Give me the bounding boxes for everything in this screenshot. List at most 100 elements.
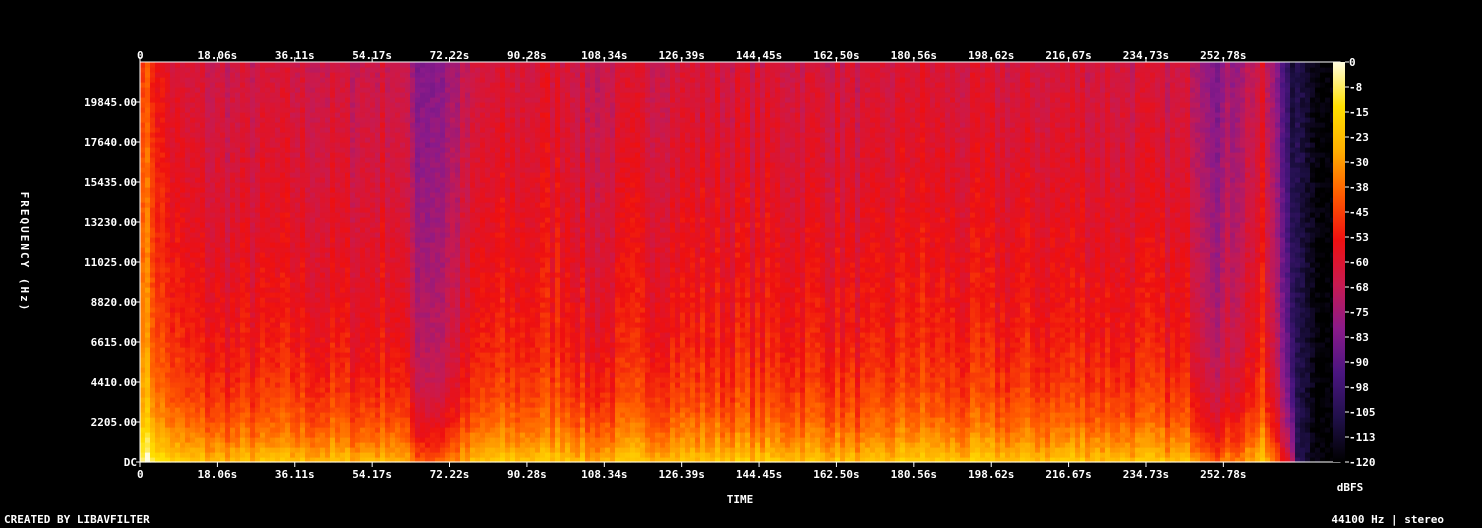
heatmap-cell — [310, 197, 316, 203]
heatmap-cell — [195, 172, 201, 178]
heatmap-cell — [365, 407, 371, 413]
heatmap-cell — [140, 227, 146, 233]
heatmap-cell — [410, 127, 416, 133]
heatmap-cell — [315, 92, 321, 98]
heatmap-cell — [300, 167, 306, 173]
heatmap-cell — [140, 387, 146, 393]
heatmap-cell — [320, 152, 326, 158]
heatmap-cell — [255, 397, 261, 403]
heatmap-cell — [140, 432, 146, 438]
heatmap-cell — [150, 142, 156, 148]
heatmap-cell — [275, 267, 281, 273]
heatmap-cell — [215, 177, 221, 183]
heatmap-cell — [160, 402, 166, 408]
heatmap-cell — [140, 307, 146, 313]
heatmap-cell — [365, 157, 371, 163]
heatmap-cell — [155, 192, 161, 198]
heatmap-cell — [385, 152, 391, 158]
heatmap-cell — [195, 232, 201, 238]
heatmap-cell — [385, 262, 391, 268]
heatmap-cell — [325, 212, 331, 218]
heatmap-cell — [290, 287, 296, 293]
heatmap-cell — [300, 362, 306, 368]
heatmap-cell — [145, 217, 151, 223]
heatmap-cell — [165, 337, 171, 343]
heatmap-cell — [325, 267, 331, 273]
heatmap-cell — [175, 62, 181, 68]
heatmap-cell — [240, 447, 246, 453]
heatmap-cell — [210, 87, 216, 93]
heatmap-cell — [400, 297, 406, 303]
heatmap-cell — [200, 82, 206, 88]
heatmap-cell — [330, 402, 336, 408]
heatmap-cell — [315, 87, 321, 93]
heatmap-cell — [330, 332, 336, 338]
heatmap-cell — [370, 377, 376, 383]
heatmap-cell — [330, 357, 336, 363]
heatmap-cell — [290, 182, 296, 188]
heatmap-cell — [335, 82, 341, 88]
heatmap-cell — [430, 72, 436, 78]
heatmap-cell — [170, 142, 176, 148]
heatmap-cell — [440, 312, 446, 318]
heatmap-cell — [165, 352, 171, 358]
heatmap-cell — [205, 252, 211, 258]
heatmap-cell — [285, 422, 291, 428]
heatmap-cell — [255, 202, 261, 208]
heatmap-cell — [355, 337, 361, 343]
heatmap-cell — [425, 147, 431, 153]
heatmap-cell — [185, 422, 191, 428]
heatmap-cell — [265, 257, 271, 263]
heatmap-cell — [410, 117, 416, 123]
heatmap-cell — [365, 322, 371, 328]
heatmap-cell — [395, 367, 401, 373]
heatmap-cell — [285, 197, 291, 203]
heatmap-cell — [320, 202, 326, 208]
heatmap-cell — [390, 82, 396, 88]
heatmap-cell — [175, 212, 181, 218]
heatmap-cell — [240, 107, 246, 113]
heatmap-cell — [410, 452, 416, 458]
heatmap-cell — [185, 162, 191, 168]
heatmap-cell — [370, 327, 376, 333]
heatmap-cell — [180, 392, 186, 398]
heatmap-cell — [380, 282, 386, 288]
heatmap-cell — [425, 442, 431, 448]
heatmap-cell — [340, 272, 346, 278]
heatmap-cell — [345, 247, 351, 253]
heatmap-cell — [210, 67, 216, 73]
heatmap-cell — [390, 317, 396, 323]
heatmap-cell — [285, 177, 291, 183]
heatmap-cell — [145, 397, 151, 403]
heatmap-cell — [270, 372, 276, 378]
heatmap-cell — [300, 447, 306, 453]
heatmap-cell — [355, 152, 361, 158]
heatmap-cell — [220, 262, 226, 268]
heatmap-cell — [170, 412, 176, 418]
heatmap-cell — [205, 202, 211, 208]
heatmap-cell — [285, 182, 291, 188]
heatmap-cell — [250, 262, 256, 268]
heatmap-cell — [430, 112, 436, 118]
heatmap-cell — [395, 122, 401, 128]
heatmap-cell — [210, 397, 216, 403]
heatmap-cell — [165, 102, 171, 108]
heatmap-cell — [220, 292, 226, 298]
heatmap-cell — [325, 192, 331, 198]
heatmap-cell — [145, 332, 151, 338]
heatmap-cell — [255, 117, 261, 123]
heatmap-cell — [140, 437, 146, 443]
heatmap-cell — [180, 157, 186, 163]
heatmap-cell — [430, 212, 436, 218]
heatmap-cell — [390, 137, 396, 143]
heatmap-cell — [405, 437, 411, 443]
heatmap-cell — [225, 162, 231, 168]
heatmap-cell — [185, 62, 191, 68]
heatmap-cell — [360, 382, 366, 388]
heatmap-cell — [365, 432, 371, 438]
heatmap-cell — [395, 262, 401, 268]
heatmap-cell — [240, 282, 246, 288]
heatmap-cell — [320, 192, 326, 198]
heatmap-cell — [425, 62, 431, 68]
heatmap-cell — [285, 357, 291, 363]
